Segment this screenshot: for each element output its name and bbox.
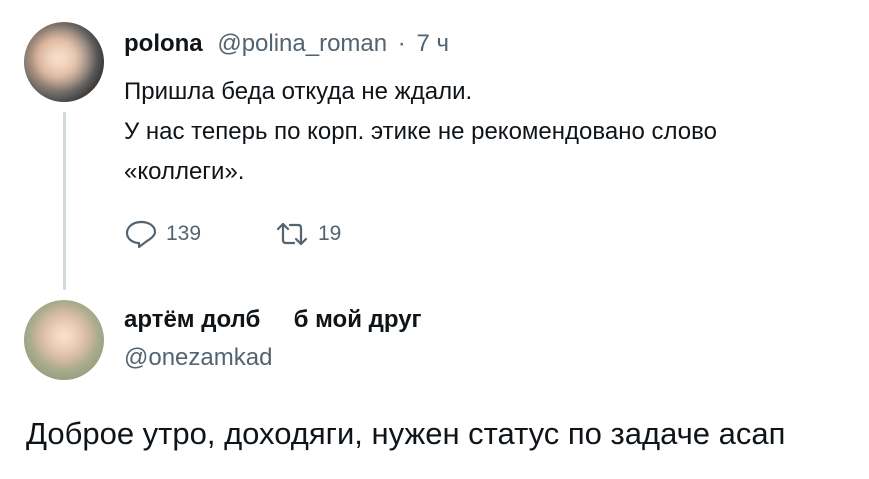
tweet-text-line: «коллеги».	[124, 158, 245, 185]
reply-count: 139	[166, 222, 202, 245]
reply-icon	[125, 220, 157, 249]
retweet-count: 19	[318, 222, 342, 245]
reply-button[interactable]: 139	[124, 219, 274, 249]
tweet-time[interactable]: 7 ч	[416, 30, 449, 57]
retweet-icon	[276, 222, 308, 246]
tweet-header: артём долб б мой друг	[124, 306, 422, 334]
avatar[interactable]	[24, 22, 104, 102]
tweet-text: Доброе утро, доходяги, нужен статус по з…	[26, 416, 786, 451]
thread-line	[63, 112, 66, 290]
avatar[interactable]	[24, 300, 104, 380]
author-handle[interactable]: @onezamkad	[124, 344, 272, 372]
author-handle[interactable]: @polina_roman	[217, 30, 387, 57]
tweet-actions: 139 19	[124, 219, 341, 249]
tweet-text: Пришла беда откуда не ждали. У нас тепер…	[124, 72, 844, 192]
author-name[interactable]: polona	[124, 30, 203, 57]
tweet-text-line: У нас теперь по корп. этике не рекомендо…	[124, 118, 717, 145]
retweet-button[interactable]: 19	[274, 220, 341, 248]
tweet-text-line: Пришла беда откуда не ждали.	[124, 78, 473, 105]
meta-separator: ·	[397, 30, 406, 57]
author-name[interactable]: артём долб б мой друг	[124, 306, 422, 333]
tweet-header: polona @polina_roman · 7 ч	[124, 30, 449, 58]
